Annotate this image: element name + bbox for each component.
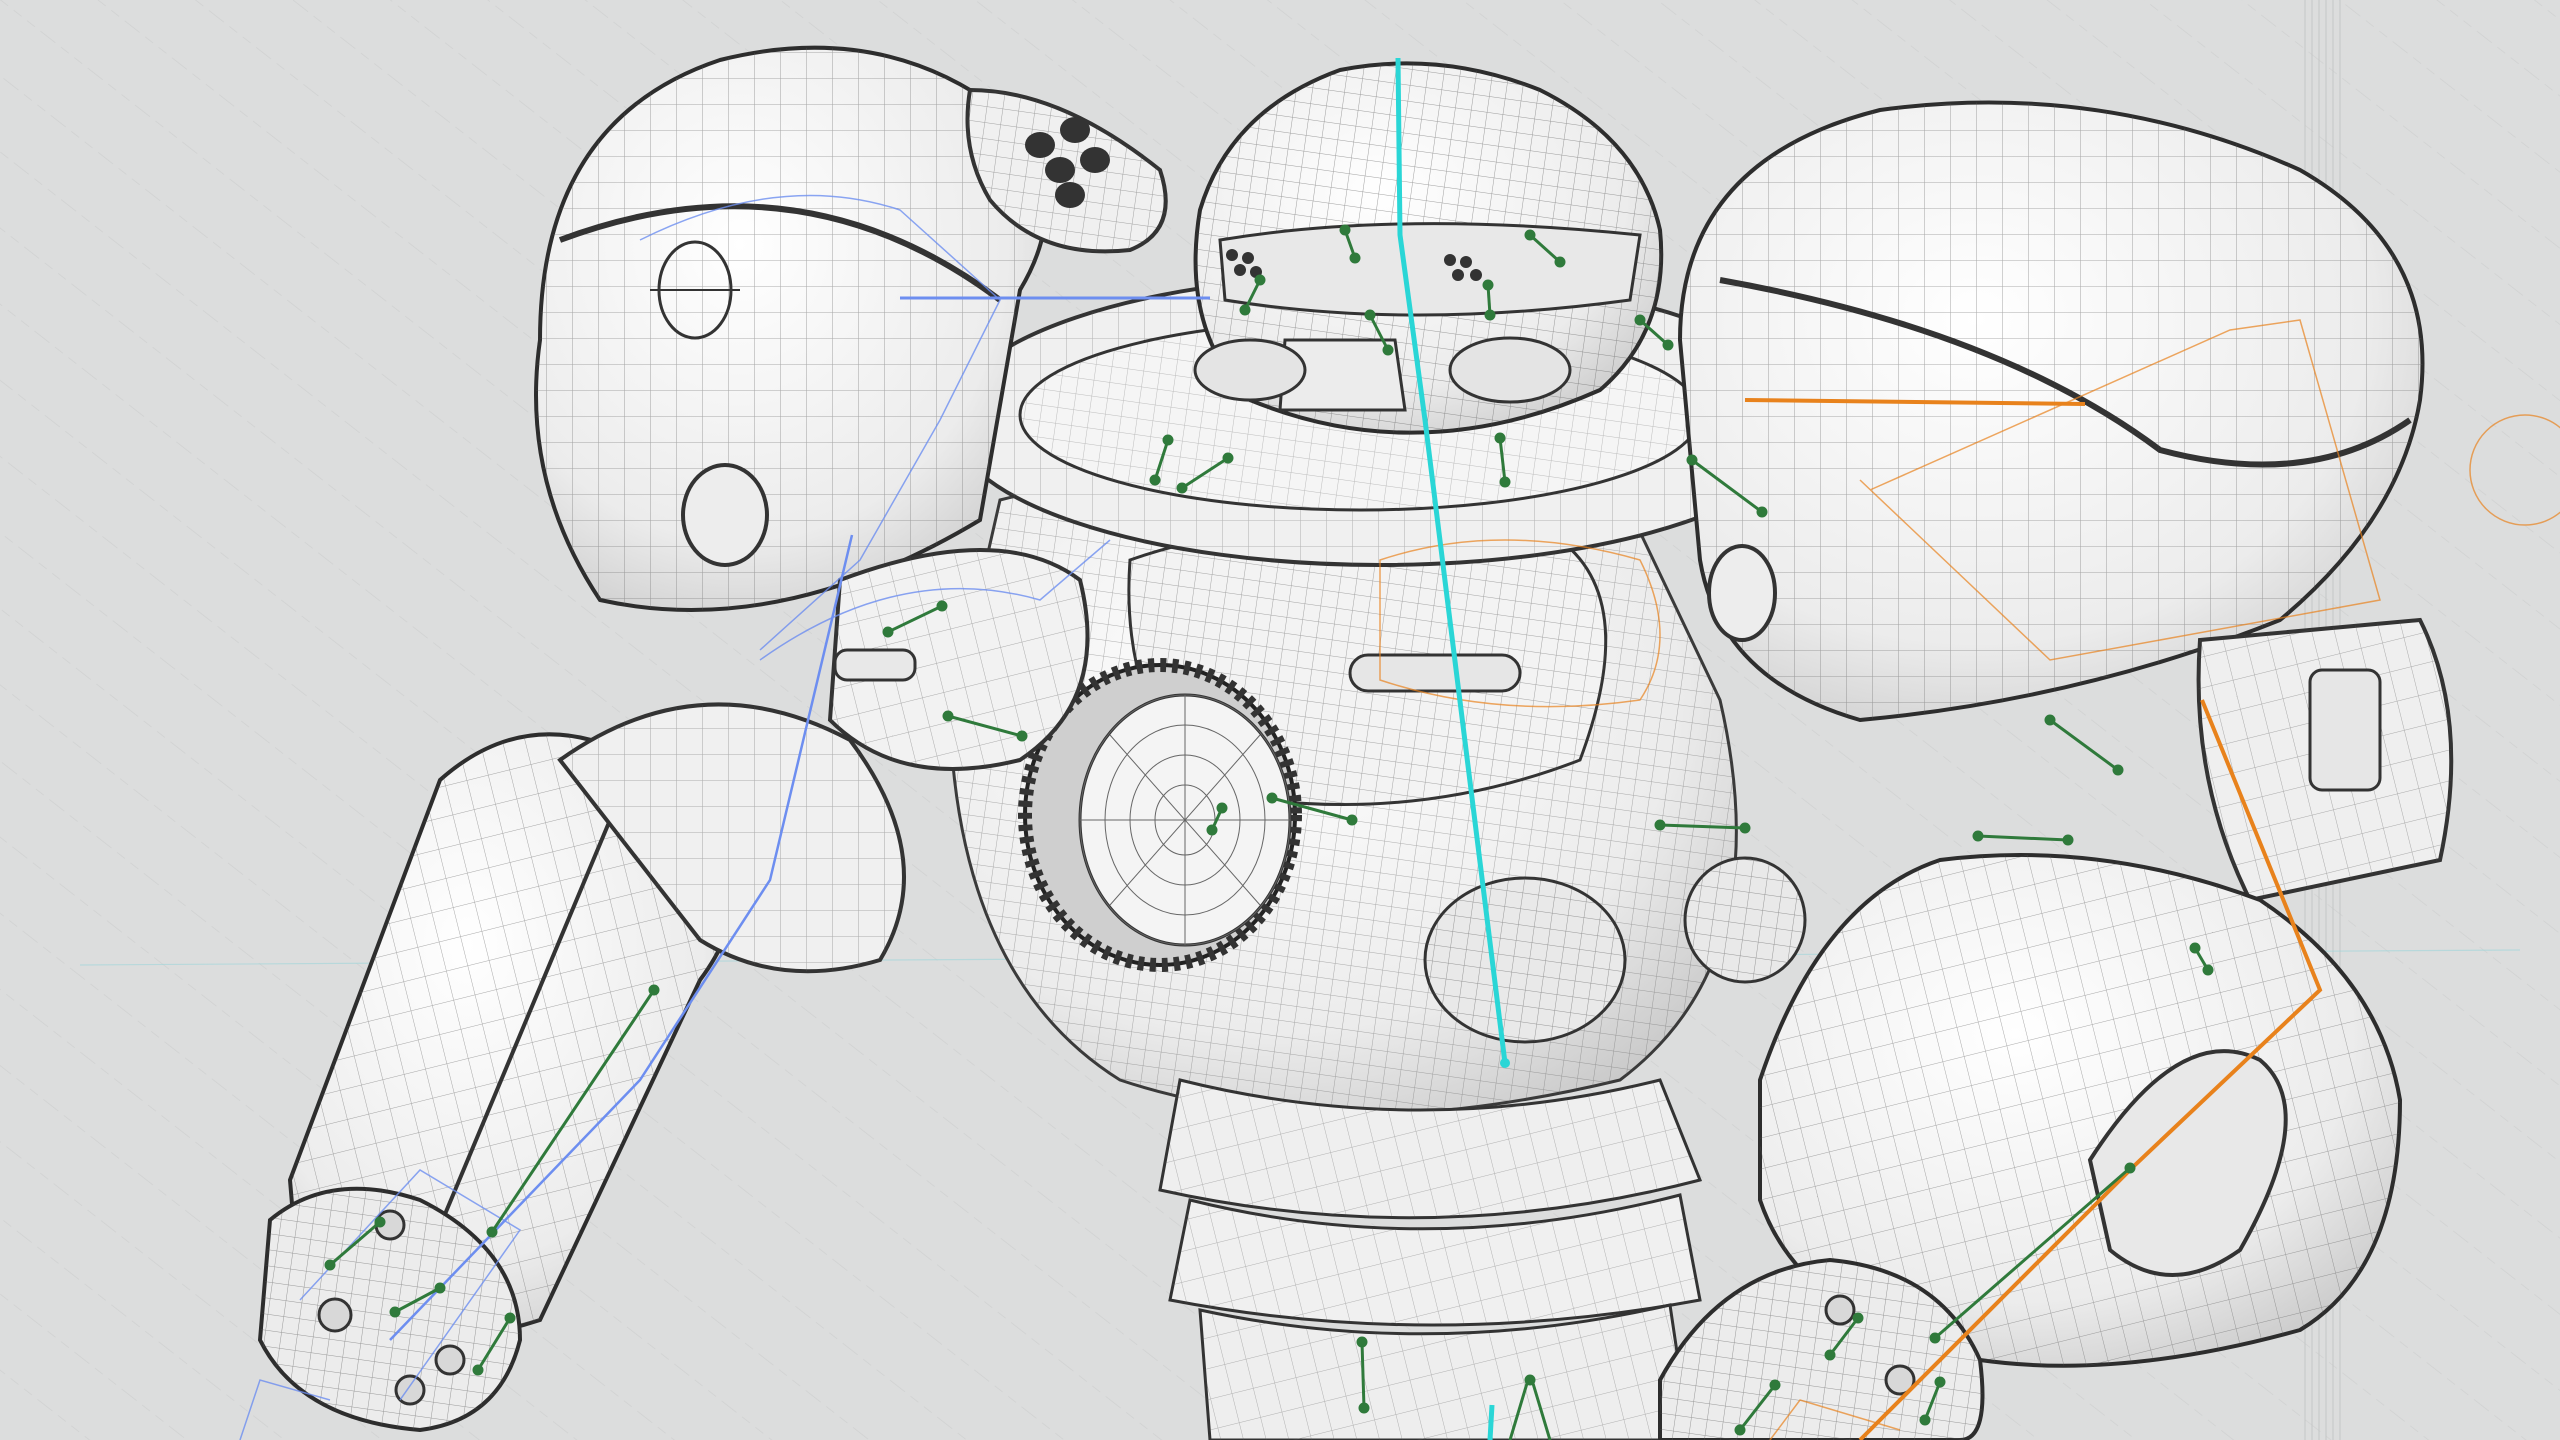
- cheek-left: [1193, 338, 1307, 402]
- cheek-right: [1448, 336, 1572, 404]
- arm-slot-left: [833, 648, 917, 682]
- shoulder-port-left: [681, 463, 769, 567]
- 3d-viewport[interactable]: [0, 0, 2560, 1440]
- spine-root-joint[interactable]: [1500, 1058, 1510, 1068]
- hip-bone: [1487, 1404, 1495, 1440]
- right-side-armor[interactable]: [2196, 617, 2454, 903]
- chest-vent-slot: [1348, 653, 1522, 693]
- viewport-canvas[interactable]: [0, 0, 2560, 1440]
- visor-band: [1218, 222, 1642, 317]
- left-upper-arm[interactable]: [827, 548, 1090, 771]
- shoulder-port-right: [1707, 544, 1777, 642]
